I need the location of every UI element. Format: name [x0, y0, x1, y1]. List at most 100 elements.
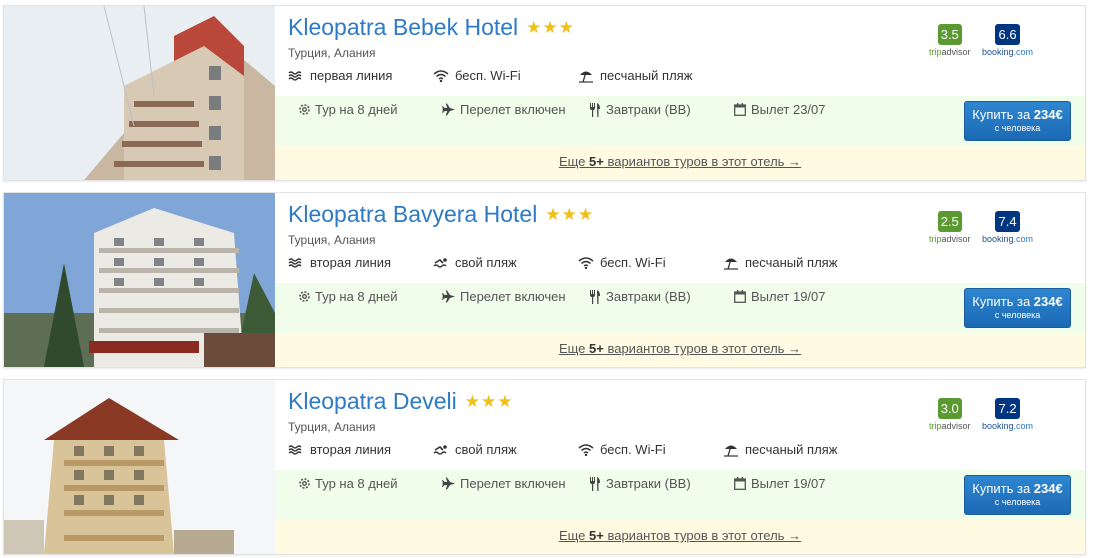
tour-duration-label: Тур на 8 дней	[315, 102, 398, 117]
gear-icon	[297, 103, 311, 117]
hotel-location: Турция, Алания	[288, 420, 376, 434]
star-icon: ★	[561, 205, 577, 224]
more-offers-link[interactable]: Еще 5+ вариантов туров в этот отель →	[559, 341, 801, 356]
cutlery-icon	[588, 476, 602, 491]
tripadvisor-rating[interactable]: 3.5 tripadvisor	[929, 24, 971, 57]
hotel-name-link[interactable]: Kleopatra Bavyera Hotel	[288, 201, 537, 228]
wifi-icon	[433, 69, 451, 83]
booking-rating[interactable]: 7.2 booking.com	[982, 398, 1033, 431]
cutlery-icon	[588, 289, 602, 304]
hotel-stars: ★ ★ ★	[545, 206, 593, 223]
meal-label: Завтраки (BB)	[606, 289, 691, 304]
hotel-stars: ★ ★ ★	[526, 19, 574, 36]
buy-price: 234€	[1033, 294, 1063, 309]
meal-plan: Завтраки (BB)	[588, 102, 733, 117]
flight-included: Перелет включен	[442, 289, 588, 304]
booking-score: 7.2	[995, 398, 1020, 419]
sea-line-icon	[288, 69, 306, 83]
tripadvisor-rating[interactable]: 2.5 tripadvisor	[929, 211, 971, 244]
meal-label: Завтраки (BB)	[606, 102, 691, 117]
hotel-features: первая линия бесп. Wi-Fi песчаный пляж	[288, 68, 723, 83]
star-icon: ★	[542, 18, 558, 37]
hotel-card: Kleopatra Develi ★ ★ ★ Турция, Алания вт…	[3, 379, 1086, 555]
more-offers: Еще 5+ вариантов туров в этот отель →	[275, 520, 1085, 554]
tripadvisor-rating[interactable]: 3.0 tripadvisor	[929, 398, 971, 431]
more-suffix: вариантов туров в этот отель →	[603, 528, 802, 543]
hotel-name-link[interactable]: Kleopatra Develi	[288, 388, 457, 415]
tour-duration-label: Тур на 8 дней	[315, 289, 398, 304]
hotel-photo[interactable]	[4, 380, 275, 554]
feature-item: первая линия	[288, 68, 433, 83]
departure-label: Вылет 23/07	[751, 102, 826, 117]
buy-label: Купить за	[972, 294, 1034, 309]
gear-icon	[297, 477, 311, 491]
tripadvisor-brand-suffix: advisor	[941, 234, 971, 244]
calendar-icon	[733, 477, 747, 491]
hotel-card: Kleopatra Bavyera Hotel ★ ★ ★ Турция, Ал…	[3, 192, 1086, 368]
feature-item: песчаный пляж	[578, 68, 723, 83]
hotel-ratings: 3.5 tripadvisor 6.6 booking.com	[905, 24, 1085, 60]
tour-duration-label: Тур на 8 дней	[315, 476, 398, 491]
gear-icon	[297, 290, 311, 304]
feature-item: песчаный пляж	[723, 255, 868, 270]
feature-label: песчаный пляж	[745, 255, 838, 270]
buy-button[interactable]: Купить за 234€ с человека	[964, 288, 1071, 328]
feature-label: свой пляж	[455, 442, 517, 457]
more-offers: Еще 5+ вариантов туров в этот отель →	[275, 146, 1085, 180]
buy-button[interactable]: Купить за 234€ с человека	[964, 475, 1071, 515]
feature-label: песчаный пляж	[745, 442, 838, 457]
booking-brand-suffix: .com	[1013, 47, 1034, 57]
feature-label: первая линия	[310, 68, 393, 83]
calendar-icon	[733, 290, 747, 304]
tripadvisor-brand-suffix: advisor	[941, 47, 971, 57]
beach-umbrella-icon	[723, 443, 741, 457]
feature-label: вторая линия	[310, 442, 392, 457]
more-suffix: вариантов туров в этот отель →	[603, 341, 802, 356]
departure-label: Вылет 19/07	[751, 476, 826, 491]
more-offers-link[interactable]: Еще 5+ вариантов туров в этот отель →	[559, 528, 801, 543]
feature-item: вторая линия	[288, 255, 433, 270]
more-prefix: Еще	[558, 154, 590, 169]
wifi-icon	[578, 443, 596, 457]
departure-label: Вылет 19/07	[751, 289, 826, 304]
hotel-photo[interactable]	[4, 193, 275, 367]
star-icon: ★	[577, 205, 594, 224]
tour-duration: Тур на 8 дней	[297, 289, 442, 304]
feature-item: свой пляж	[433, 442, 578, 457]
more-prefix: Еще	[558, 528, 590, 543]
booking-rating[interactable]: 6.6 booking.com	[982, 24, 1033, 57]
booking-brand-suffix: .com	[1013, 421, 1034, 431]
meal-plan: Завтраки (BB)	[588, 289, 733, 304]
booking-rating[interactable]: 7.4 booking.com	[982, 211, 1033, 244]
feature-label: бесп. Wi-Fi	[600, 255, 666, 270]
hotel-name-link[interactable]: Kleopatra Bebek Hotel	[288, 14, 518, 41]
booking-brand: booking	[982, 421, 1014, 431]
feature-item: свой пляж	[433, 255, 578, 270]
cutlery-icon	[588, 102, 602, 117]
tripadvisor-brand: trip	[929, 234, 942, 244]
tour-duration: Тур на 8 дней	[297, 476, 442, 491]
hotel-location: Турция, Алания	[288, 233, 376, 247]
star-icon: ★	[545, 205, 561, 224]
buy-per-person: с человека	[994, 310, 1041, 320]
more-offers-link[interactable]: Еще 5+ вариантов туров в этот отель →	[559, 154, 801, 169]
more-count: 5+	[589, 154, 604, 169]
tripadvisor-score: 3.5	[937, 24, 962, 45]
buy-per-person: с человека	[994, 497, 1041, 507]
booking-score: 7.4	[995, 211, 1020, 232]
hotel-stars: ★ ★ ★	[465, 393, 513, 410]
flight-label: Перелет включен	[460, 289, 566, 304]
buy-price: 234€	[1033, 107, 1063, 122]
booking-brand-suffix: .com	[1013, 234, 1034, 244]
plane-icon	[442, 290, 456, 304]
sea-line-icon	[288, 256, 306, 270]
hotel-card: Kleopatra Bebek Hotel ★ ★ ★ Турция, Алан…	[3, 5, 1086, 181]
calendar-icon	[733, 103, 747, 117]
beach-umbrella-icon	[578, 69, 596, 83]
sea-line-icon	[288, 443, 306, 457]
wifi-icon	[578, 256, 596, 270]
hotel-photo[interactable]	[4, 6, 275, 180]
buy-button[interactable]: Купить за 234€ с человека	[964, 101, 1071, 141]
star-icon: ★	[481, 392, 497, 411]
swimmer-icon	[433, 256, 451, 270]
